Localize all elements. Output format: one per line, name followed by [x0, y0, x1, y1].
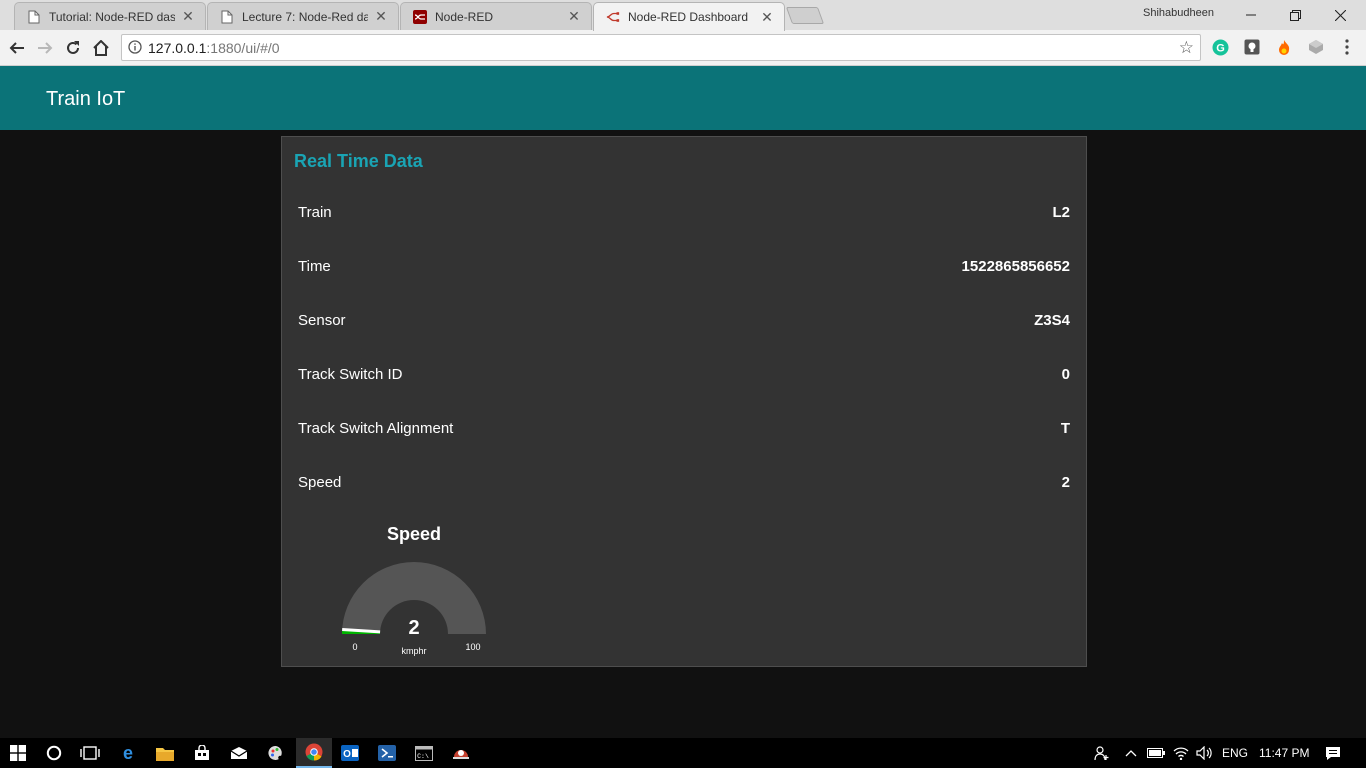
minimize-icon[interactable] — [1228, 2, 1273, 28]
extension-flame-icon[interactable] — [1275, 38, 1293, 56]
action-center-icon[interactable] — [1325, 738, 1341, 768]
close-tab-icon[interactable]: ✕ — [760, 9, 774, 26]
svg-text:C:\: C:\ — [417, 753, 429, 760]
row-value: Z3S4 — [1034, 311, 1070, 329]
tab-title: Node-RED Dashboard — [628, 10, 749, 24]
row-label: Track Switch Alignment — [298, 419, 454, 437]
input-language[interactable]: ENG — [1222, 738, 1248, 768]
chevron-up-icon[interactable] — [1125, 738, 1137, 768]
gauge-max-label: 100 — [465, 642, 480, 652]
tab-title: Lecture 7: Node-Red das — [242, 9, 368, 24]
reload-icon[interactable] — [61, 36, 85, 60]
gauge-value: 2 — [408, 617, 419, 639]
wifi-icon[interactable] — [1173, 738, 1189, 768]
dashboard-header: Train IoT — [0, 66, 1366, 130]
paint-icon[interactable] — [258, 738, 294, 768]
row-speed: Speed 2 — [298, 470, 1070, 494]
row-label: Train — [298, 203, 332, 221]
row-value: T — [1060, 419, 1070, 437]
volume-icon[interactable] — [1196, 738, 1213, 768]
svg-text:O: O — [343, 749, 351, 760]
url-path: :1880/ui/#/0 — [206, 40, 280, 56]
extension-lightbulb-icon[interactable] — [1243, 38, 1261, 56]
file-explorer-icon[interactable] — [147, 738, 183, 768]
row-value: 1522865856652 — [961, 257, 1070, 275]
bookmark-star-icon[interactable]: ☆ — [1179, 38, 1194, 58]
url-host: 127.0.0.1 — [148, 40, 207, 56]
battery-icon[interactable] — [1147, 738, 1165, 768]
row-track-switch-alignment: Track Switch Alignment T — [298, 416, 1070, 440]
node-red-taskbar-icon[interactable] — [443, 738, 479, 768]
page-icon — [27, 10, 41, 24]
edge-icon[interactable]: e — [110, 738, 146, 768]
grammarly-icon[interactable]: G — [1211, 38, 1229, 56]
page-icon — [220, 10, 234, 24]
row-label: Track Switch ID — [298, 365, 403, 383]
row-label: Sensor — [298, 311, 346, 329]
row-label: Time — [298, 257, 331, 275]
browser-tab-node-red[interactable]: Node-RED ✕ — [400, 2, 592, 30]
windows-start-icon[interactable] — [0, 738, 36, 768]
chrome-menu-icon[interactable] — [1338, 38, 1356, 56]
svg-text:G: G — [1216, 42, 1225, 54]
task-view-icon[interactable] — [72, 738, 108, 768]
row-value: 2 — [1061, 473, 1070, 491]
close-tab-icon[interactable]: ✕ — [374, 8, 388, 25]
new-tab-button[interactable] — [785, 7, 825, 24]
forward-icon[interactable] — [33, 36, 57, 60]
store-icon[interactable] — [184, 738, 220, 768]
row-track-switch-id: Track Switch ID 0 — [298, 362, 1070, 386]
browser-tab-lecture[interactable]: Lecture 7: Node-Red das ✕ — [207, 2, 399, 30]
gauge-units: kmphr — [401, 646, 426, 656]
back-icon[interactable] — [5, 36, 29, 60]
browser-toolbar: 127.0.0.1:1880/ui/#/0 ☆ G — [0, 30, 1366, 66]
node-red-flow-icon — [606, 10, 620, 24]
row-value: 0 — [1061, 365, 1070, 383]
gauge-title: Speed — [387, 524, 441, 544]
close-tab-icon[interactable]: ✕ — [567, 8, 581, 25]
real-time-data-group: Real Time Data Train L2 Time 15228658566… — [281, 136, 1087, 667]
close-tab-icon[interactable]: ✕ — [181, 8, 195, 25]
clock-time[interactable]: 11:47 PM — [1259, 738, 1309, 768]
row-sensor: Sensor Z3S4 — [298, 308, 1070, 332]
address-bar[interactable]: 127.0.0.1:1880/ui/#/0 ☆ — [121, 34, 1201, 61]
cortana-icon[interactable] — [36, 738, 72, 768]
group-title: Real Time Data — [294, 151, 423, 171]
profile-name[interactable]: Shihabudheen — [1143, 7, 1214, 19]
row-train: Train L2 — [298, 200, 1070, 224]
people-icon[interactable] — [1094, 738, 1110, 768]
windows-taskbar: e O C:\ ENG 11:47 PM — [0, 738, 1366, 768]
command-prompt-icon[interactable]: C:\ — [406, 738, 442, 768]
browser-tab-strip: Tutorial: Node-RED dashb ✕ Lecture 7: No… — [0, 0, 1366, 31]
row-value: L2 — [1052, 203, 1070, 221]
mail-icon[interactable] — [221, 738, 257, 768]
address-url: 127.0.0.1:1880/ui/#/0 — [148, 40, 280, 56]
extension-cube-icon[interactable] — [1307, 38, 1325, 56]
row-time: Time 1522865856652 — [298, 254, 1070, 278]
svg-text:e: e — [123, 744, 133, 762]
tab-title: Tutorial: Node-RED dashb — [49, 9, 175, 24]
powershell-icon[interactable] — [369, 738, 405, 768]
close-window-icon[interactable] — [1318, 2, 1363, 28]
browser-tab-dashboard[interactable]: Node-RED Dashboard ✕ — [593, 2, 785, 31]
node-red-icon — [413, 9, 427, 24]
speed-gauge: Speed 2 kmphr 0 100 — [342, 524, 486, 656]
chrome-taskbar-icon[interactable] — [296, 738, 332, 768]
gauge-min-label: 0 — [352, 642, 357, 652]
outlook-icon[interactable]: O — [332, 738, 368, 768]
browser-tab-tutorial[interactable]: Tutorial: Node-RED dashb ✕ — [14, 2, 206, 30]
row-label: Speed — [298, 473, 342, 491]
dashboard-title: Train IoT — [46, 88, 126, 110]
info-icon[interactable] — [128, 40, 142, 59]
tab-title: Node-RED — [435, 9, 494, 24]
home-icon[interactable] — [89, 36, 113, 60]
restore-icon[interactable] — [1273, 2, 1318, 28]
